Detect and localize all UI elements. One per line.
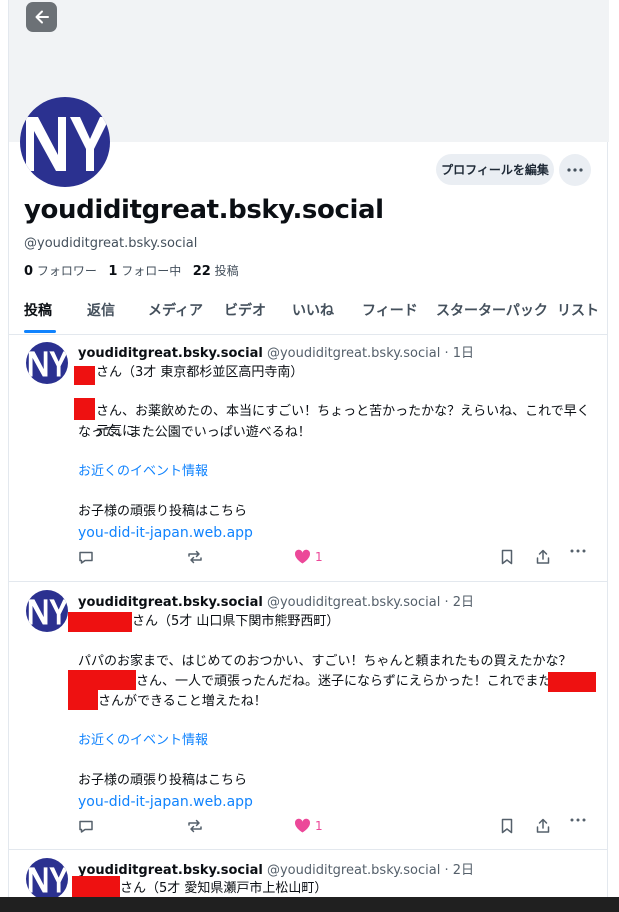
profile-tabs: 投稿 返信 メディア ビデオ いいね フィード スターターパック リスト [8,290,608,335]
post-actions: 1 [78,549,598,569]
post-avatar[interactable] [26,342,68,384]
post-item[interactable]: youdiditgreat.bsky.social @youdiditgreat… [8,582,608,850]
post-url-link[interactable]: you-did-it-japan.web.app [78,792,598,812]
bookmark-icon [501,549,513,565]
redaction-block [68,612,132,632]
posts-label: 投稿 [214,264,239,278]
post-header: youdiditgreat.bsky.social @youdiditgreat… [78,859,474,878]
reply-button[interactable] [78,549,94,565]
post-header: youdiditgreat.bsky.social @youdiditgreat… [78,591,474,610]
like-button[interactable]: 1 [294,549,323,564]
ny-logo-icon [28,599,68,625]
tab-lists[interactable]: リスト [557,300,599,320]
like-count: 1 [315,818,323,833]
post-author[interactable]: youdiditgreat.bsky.social [78,346,263,361]
taskbar [0,897,619,912]
post-avatar[interactable] [26,590,68,632]
post-item[interactable]: youdiditgreat.bsky.social @youdiditgreat… [8,334,608,582]
post-item[interactable]: youdiditgreat.bsky.social @youdiditgreat… [8,850,608,906]
profile-avatar[interactable] [20,97,110,187]
post-subject: さん（3才 東京都杉並区高円寺南） [96,365,304,380]
bookmark-icon [501,818,513,834]
repost-icon [188,550,202,564]
share-button[interactable] [535,549,551,565]
followers-stat[interactable]: 0 フォロワー [24,264,97,279]
followers-count: 0 [24,264,34,279]
posts-stat: 22 投稿 [192,264,239,279]
tab-replies[interactable]: 返信 [87,300,115,320]
profile-more-button[interactable] [559,154,591,186]
share-icon [536,549,550,564]
tab-starter-packs[interactable]: スターターパック [436,300,548,320]
more-icon [567,168,583,172]
redaction-block [74,366,95,385]
heart-icon [294,549,311,564]
tab-media[interactable]: メディア [148,300,203,320]
profile-handle: @youdiditgreat.bsky.social [24,236,198,251]
post-body-line: なって、また公園でいっぱい遊べるね！ [78,425,311,440]
posts-count: 22 [192,264,211,279]
post-more-button[interactable] [570,549,586,553]
post-more-button[interactable] [570,818,586,822]
post-author[interactable]: youdiditgreat.bsky.social [78,595,263,610]
bookmark-button[interactable] [500,549,514,565]
post-avatar[interactable] [26,858,68,900]
redaction-block [548,672,596,692]
share-button[interactable] [535,818,551,834]
profile-stats: 0 フォロワー 1 フォロー中 22 投稿 [24,262,239,279]
post-url-link[interactable]: you-did-it-japan.web.app [78,523,598,543]
post-header: youdiditgreat.bsky.social @youdiditgreat… [78,342,474,361]
edit-profile-button[interactable]: プロフィールを編集 [436,154,554,185]
ny-logo-icon [26,117,110,171]
post-body-line: さん、一人で頑張ったんだね。迷子にならずにえらかった！これでまた一つ [136,674,578,689]
back-button[interactable] [26,2,57,32]
tab-posts[interactable]: 投稿 [24,300,52,320]
repost-icon [188,819,202,833]
reply-button[interactable] [78,818,94,834]
followers-label: フォロワー [36,264,97,278]
post-body-line: パパのお家まで、はじめてのおつかい、すごい！ちゃんと頼まれたもの買えたかな？ [78,654,572,669]
post-subject: さん（5才 山口県下関市熊野西町） [132,614,340,629]
following-count: 1 [108,264,118,279]
share-icon [536,818,550,833]
post-meta: @youdiditgreat.bsky.social · 2日 [266,863,474,878]
post-meta: @youdiditgreat.bsky.social · 1日 [266,346,474,361]
following-label: フォロー中 [121,264,182,278]
reply-icon [79,551,93,564]
post-subject: さん（5才 愛知県瀬戸市上松山町） [120,881,328,896]
redaction-block [74,398,95,420]
post-actions: 1 [78,818,598,838]
bookmark-button[interactable] [500,818,514,834]
ny-logo-icon [28,351,68,377]
back-arrow-icon [35,10,49,24]
ellipsis-icon [570,818,586,822]
event-link[interactable]: お近くのイベント情報 [78,731,598,751]
post-meta: @youdiditgreat.bsky.social · 2日 [266,595,474,610]
tab-video[interactable]: ビデオ [224,300,266,320]
tab-likes[interactable]: いいね [292,300,334,320]
post-cta: お子様の頑張り投稿はこちら [78,773,248,788]
profile-display-name: youdiditgreat.bsky.social [24,195,384,225]
post-cta: お子様の頑張り投稿はこちら [78,504,248,519]
repost-button[interactable] [186,818,204,834]
following-stat[interactable]: 1 フォロー中 [108,264,182,279]
like-button[interactable]: 1 [294,818,323,833]
ellipsis-icon [570,549,586,553]
tab-feeds[interactable]: フィード [362,300,418,320]
repost-button[interactable] [186,549,204,565]
active-tab-indicator [24,330,56,333]
redaction-block [68,690,98,710]
like-count: 1 [315,549,323,564]
ny-logo-icon [28,867,68,893]
event-link[interactable]: お近くのイベント情報 [78,462,598,482]
reply-icon [79,820,93,833]
redaction-block [68,670,136,690]
heart-icon [294,818,311,833]
post-body-line: さんができること増えたね！ [98,694,267,709]
